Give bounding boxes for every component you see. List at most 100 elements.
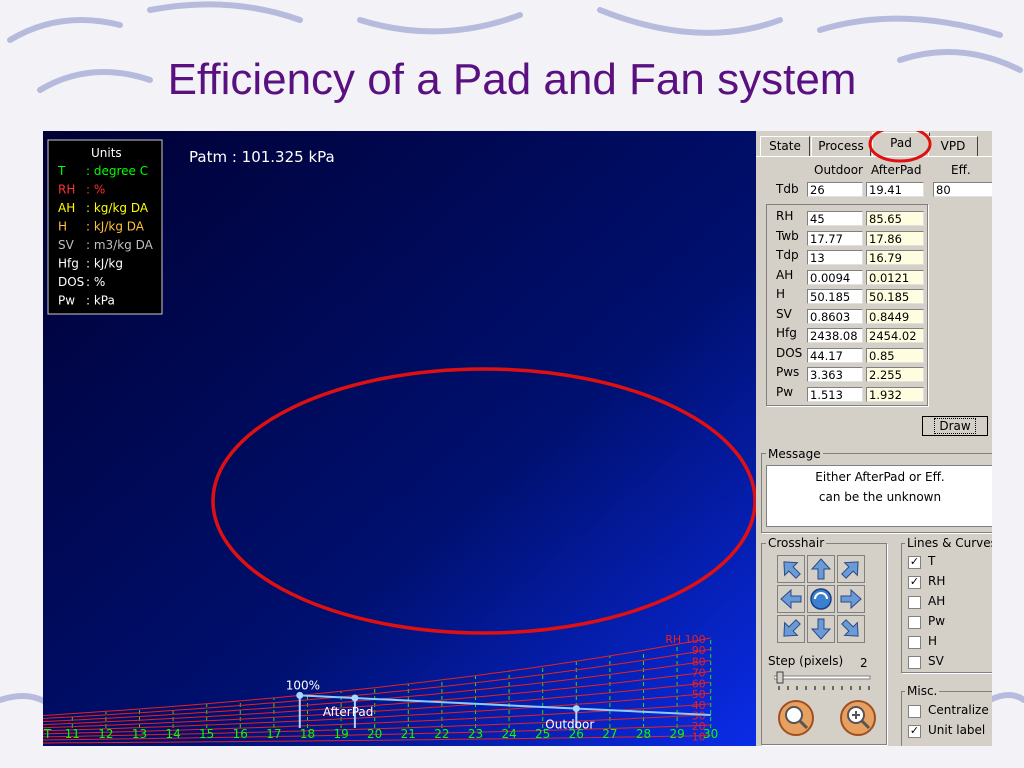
checkbox-t[interactable]: ✓ <box>908 556 921 569</box>
checkbox-label: SV <box>928 654 944 668</box>
arrow-ne-icon[interactable] <box>837 555 865 583</box>
prop-label: Tdp <box>776 248 799 262</box>
prop-afterpad-field[interactable]: 0.0121 <box>866 269 924 285</box>
prop-outdoor-field[interactable]: 3.363 <box>807 367 863 382</box>
step-label: Step (pixels) <box>768 654 844 668</box>
unit-abbr: SV <box>58 238 75 252</box>
prop-label: SV <box>776 306 792 321</box>
x-tick-label: 26 <box>569 727 584 741</box>
arrow-w-icon[interactable] <box>777 585 805 613</box>
prop-label: Pws <box>776 365 800 379</box>
x-tick-label: 11 <box>65 727 80 741</box>
col-outdoor-header: Outdoor <box>814 163 863 177</box>
prop-outdoor-field[interactable]: 44.17 <box>807 347 863 363</box>
step-slider[interactable] <box>774 671 872 695</box>
checkbox-centralize[interactable] <box>908 705 921 718</box>
x-tick-label: 20 <box>367 727 382 741</box>
x-tick-label: 15 <box>199 727 214 741</box>
prop-afterpad-field[interactable]: 50.185 <box>866 289 924 304</box>
unit-abbr: H <box>58 220 67 234</box>
checkbox-unit-label[interactable]: ✓ <box>908 725 921 738</box>
tdb-outdoor-field[interactable]: 26 <box>807 182 863 197</box>
state-point[interactable] <box>351 694 359 702</box>
message-title: Message <box>766 447 823 461</box>
rh-label: 80 <box>692 655 706 668</box>
psychrometric-chart[interactable]: 102030405060708090RH 100 100%AfterPadOut… <box>43 131 756 746</box>
zoom-out-icon[interactable] <box>776 698 816 738</box>
prop-outdoor-field[interactable]: 2438.08 <box>807 328 863 343</box>
zoom-in-icon[interactable] <box>838 698 878 738</box>
prop-outdoor-field[interactable]: 0.8603 <box>807 308 863 324</box>
prop-label: Hfg <box>776 326 797 340</box>
step-slider-thumb <box>776 671 784 684</box>
x-tick-label: 24 <box>501 727 516 741</box>
prop-outdoor-field[interactable]: 50.185 <box>807 289 863 304</box>
prop-label: DOS <box>776 345 803 360</box>
tdb-afterpad-field[interactable]: 19.41 <box>866 182 924 197</box>
col-afterpad-header: AfterPad <box>871 163 922 177</box>
control-panel: State Process Pad VPD Outdoor AfterPad E… <box>756 131 992 746</box>
prop-afterpad-field[interactable]: 0.85 <box>866 347 924 363</box>
prop-afterpad-field[interactable]: 2454.02 <box>866 328 924 343</box>
tab-vpd[interactable]: VPD <box>928 136 978 156</box>
prop-afterpad-field[interactable]: 17.86 <box>866 230 924 246</box>
arrow-n-icon[interactable] <box>807 555 835 583</box>
prop-outdoor-field[interactable]: 1.513 <box>807 386 863 402</box>
tab-state[interactable]: State <box>760 136 810 156</box>
unit-desc: : kJ/kg <box>86 257 123 271</box>
center-crosshair-icon[interactable] <box>807 585 835 613</box>
unit-abbr: DOS <box>58 275 84 289</box>
prop-label: RH <box>776 209 794 223</box>
x-tick-label: 22 <box>434 727 449 741</box>
x-tick-label: 21 <box>401 727 416 741</box>
prop-label: H <box>776 287 786 301</box>
units-title: Units <box>91 146 122 160</box>
rh-label: 90 <box>692 644 706 657</box>
crosshair-title: Crosshair <box>766 536 827 550</box>
prop-afterpad-field[interactable]: 2.255 <box>866 367 924 382</box>
x-tick-label: 25 <box>535 727 550 741</box>
checkbox-pw[interactable] <box>908 616 921 629</box>
prop-outdoor-field[interactable]: 13 <box>807 250 863 265</box>
checkbox-label: Pw <box>928 614 946 628</box>
x-tick-label: 28 <box>636 727 651 741</box>
arrow-nw-icon[interactable] <box>777 555 805 583</box>
tdb-label: Tdb <box>776 182 799 196</box>
eff-field[interactable]: 80 <box>933 182 992 197</box>
afterpad-point-label: AfterPad <box>323 705 373 719</box>
checkbox-label: H <box>928 634 938 648</box>
unit-abbr: T <box>57 164 66 178</box>
prop-afterpad-field[interactable]: 1.932 <box>866 386 924 402</box>
prop-afterpad-field[interactable]: 16.79 <box>866 250 924 265</box>
draw-button[interactable]: Draw <box>922 416 988 436</box>
checkbox-sv[interactable] <box>908 656 921 669</box>
unit-abbr: Hfg <box>58 257 79 271</box>
arrow-s-icon[interactable] <box>807 615 835 643</box>
arrow-sw-icon[interactable] <box>777 615 805 643</box>
x-tick-label: 18 <box>300 727 315 741</box>
arrow-se-icon[interactable] <box>837 615 865 643</box>
checkbox-ah[interactable] <box>908 596 921 609</box>
checkbox-label: Unit label <box>928 723 986 737</box>
prop-afterpad-field[interactable]: 85.65 <box>866 211 924 226</box>
arrow-e-icon[interactable] <box>837 585 865 613</box>
x-tick-label: 23 <box>468 727 483 741</box>
unit-abbr: RH <box>58 183 75 197</box>
step-value: 2 <box>860 656 868 670</box>
prop-outdoor-field[interactable]: 45 <box>807 211 863 226</box>
tab-process[interactable]: Process <box>811 136 871 156</box>
state-point[interactable] <box>296 691 304 699</box>
prop-afterpad-field[interactable]: 0.8449 <box>866 308 924 324</box>
x-tick-label: 27 <box>602 727 617 741</box>
checkbox-h[interactable] <box>908 636 921 649</box>
misc-title: Misc. <box>905 684 940 698</box>
x-tick-label: 14 <box>165 727 180 741</box>
prop-outdoor-field[interactable]: 17.77 <box>807 230 863 246</box>
unit-desc: : degree C <box>86 164 148 178</box>
checkbox-rh[interactable]: ✓ <box>908 576 921 589</box>
state-point[interactable] <box>572 705 580 713</box>
prop-outdoor-field[interactable]: 0.0094 <box>807 269 863 285</box>
x-tick-label: 17 <box>266 727 281 741</box>
tab-highlight-circle <box>868 131 932 163</box>
checkbox-label: Centralize <box>928 703 989 717</box>
